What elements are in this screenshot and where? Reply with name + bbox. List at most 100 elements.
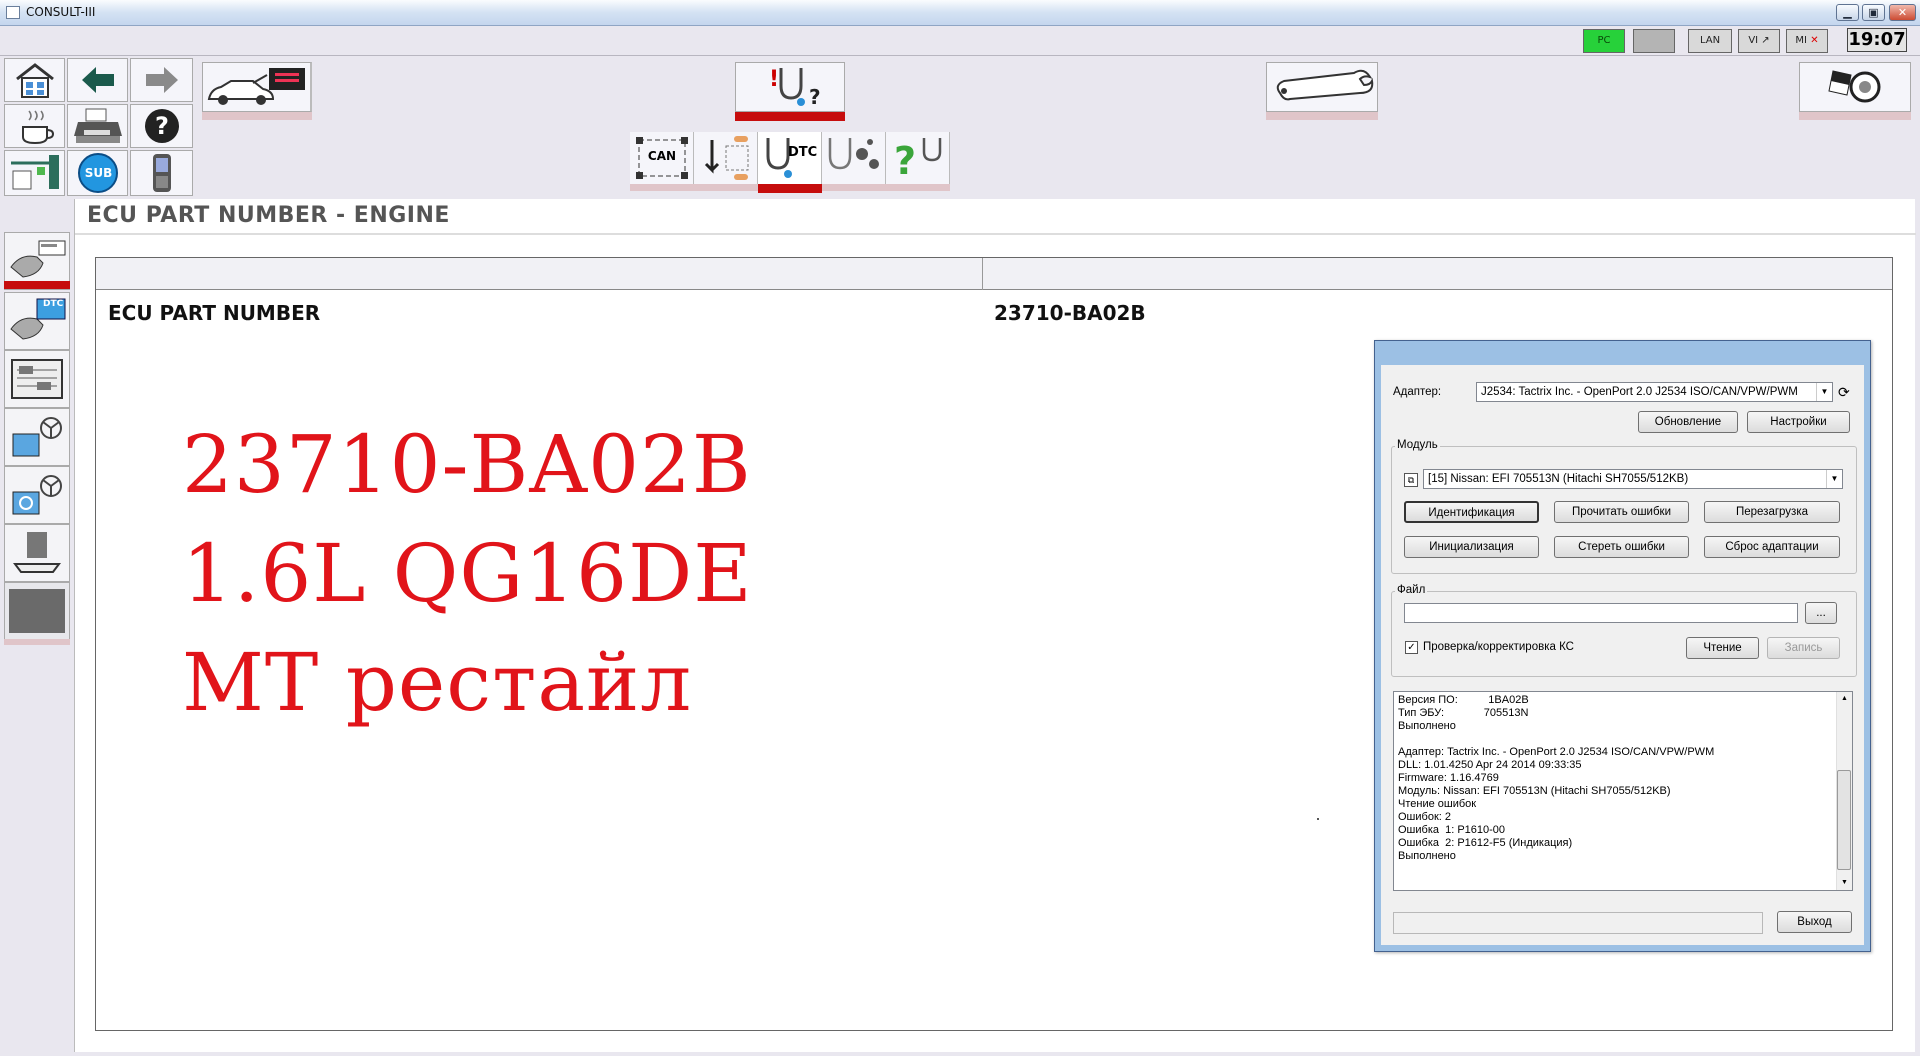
maximize-button[interactable]: ▣: [1862, 4, 1885, 21]
dialog-maximize-button[interactable]: ▢: [1789, 343, 1813, 359]
settings-button[interactable]: Настройки: [1747, 411, 1850, 433]
side-active-test-tab[interactable]: [4, 408, 70, 466]
help-button[interactable]: ?: [130, 104, 193, 148]
pause-button[interactable]: [4, 104, 65, 148]
fan-support-icon: [12, 475, 62, 515]
adapter-select[interactable]: J2534: Tactrix Inc. - OpenPort 2.0 J2534…: [1476, 382, 1833, 402]
close-button[interactable]: ✕: [1889, 4, 1916, 21]
svg-text:?: ?: [809, 85, 821, 109]
side-data-monitor-tab[interactable]: [4, 350, 70, 408]
page-title: ECU PART NUMBER - ENGINE: [87, 203, 450, 228]
finish-button[interactable]: [1799, 62, 1911, 112]
printer-icon: [73, 108, 122, 143]
module-window-icon[interactable]: ⧉: [1404, 473, 1418, 487]
status-bar: PC LAN VI ↗ MI ✕ 19:07: [0, 26, 1920, 56]
sub-button[interactable]: SUB: [67, 150, 128, 196]
chevron-down-icon: ▼: [1826, 470, 1842, 488]
lan-label: LAN: [1699, 35, 1721, 46]
dialog-minimize-button[interactable]: ▁: [1764, 343, 1788, 359]
finish-tab-indicator: [1799, 112, 1911, 120]
side-dtc-label: DTC: [43, 299, 64, 309]
side-ecu-program-tab[interactable]: [4, 524, 70, 582]
minimize-button[interactable]: ▁: [1836, 4, 1859, 21]
scroll-down-icon[interactable]: ▼: [1837, 876, 1852, 890]
self-diag-button[interactable]: [694, 132, 758, 184]
forward-button[interactable]: [130, 58, 193, 102]
vi-device-button[interactable]: [130, 150, 193, 196]
data-monitor-button[interactable]: [822, 132, 886, 184]
diagnosis-button[interactable]: !?: [735, 62, 845, 112]
scroll-up-icon[interactable]: ▲: [1837, 692, 1852, 706]
module-group-label: Модуль: [1395, 439, 1440, 451]
log-scrollbar[interactable]: ▲ ▼: [1836, 692, 1852, 890]
file-path-input[interactable]: [1404, 603, 1798, 623]
stray-dot: [1317, 818, 1319, 820]
svg-text:?: ?: [155, 112, 169, 140]
subtab-indicator-left: [630, 184, 758, 191]
log-line: Чтение ошибок: [1398, 798, 1477, 810]
blank-icon: [9, 589, 65, 633]
print-button[interactable]: [67, 104, 128, 148]
side-dtc-tab[interactable]: DTC: [4, 292, 70, 350]
mi-label: MI: [1795, 35, 1807, 46]
fan-test-icon: [12, 417, 62, 457]
car-ecu-icon: [207, 68, 305, 105]
identify-button[interactable]: Идентификация: [1404, 501, 1539, 523]
side-ecu-id-indicator: [4, 281, 70, 289]
lan-status: LAN: [1688, 29, 1732, 53]
diagnosis-tab-indicator: [735, 112, 845, 121]
annotation-line-3: MT рестайл: [182, 636, 693, 729]
checksum-checkbox[interactable]: ✓: [1405, 641, 1418, 654]
read-file-button[interactable]: Чтение: [1686, 637, 1759, 659]
lightning-icon: ⚡: [1384, 345, 1401, 360]
read-errors-button[interactable]: Прочитать ошибки: [1554, 501, 1689, 523]
side-blank-tab[interactable]: [4, 582, 70, 640]
file-group-label: Файл: [1395, 584, 1428, 596]
dtc-button[interactable]: DTC: [758, 132, 822, 184]
clear-errors-button[interactable]: Стереть ошибки: [1554, 536, 1689, 558]
mi-status: MI ✕: [1786, 29, 1828, 53]
log-line: Ошибок: 2: [1398, 811, 1451, 823]
dialog-status-field: [1393, 912, 1763, 934]
module-value: [15] Nissan: EFI 705513N (Hitachi SH7055…: [1428, 473, 1689, 485]
wrench-icon: [1276, 69, 1374, 101]
back-button[interactable]: [67, 58, 128, 102]
support-diag-button[interactable]: ?: [886, 132, 950, 184]
work-support-button[interactable]: [1266, 62, 1378, 112]
update-button[interactable]: Обновление: [1638, 411, 1738, 433]
ecu-program-icon: [13, 532, 61, 573]
stethoscope-alert-icon: !?: [769, 67, 821, 109]
arrow-left-icon: [81, 67, 114, 93]
log-line: Ошибка 2: P1612-F5 (Индикация): [1398, 837, 1573, 849]
browse-button[interactable]: ...: [1805, 602, 1837, 624]
arrow-right-icon: [145, 67, 178, 93]
side-work-support-tab[interactable]: [4, 466, 70, 524]
header-divider: [75, 233, 1916, 235]
refresh-icon[interactable]: ⟳: [1838, 384, 1850, 401]
reboot-button[interactable]: Перезагрузка: [1704, 501, 1840, 523]
write-file-button[interactable]: Запись: [1767, 637, 1840, 659]
adapter-label: Адаптер:: [1393, 386, 1442, 398]
can-label: CAN: [647, 149, 677, 163]
reset-adaptation-button[interactable]: Сброс адаптации: [1704, 536, 1840, 558]
scrollbar-thumb[interactable]: [1837, 770, 1851, 870]
dialog-close-button[interactable]: ✕: [1814, 343, 1858, 359]
can-diag-button[interactable]: CAN: [630, 132, 694, 184]
screen-capture-button[interactable]: [4, 150, 65, 196]
ecu-part-number-label: ECU PART NUMBER: [108, 301, 321, 325]
app-icon: [6, 6, 20, 19]
pc-status: PC: [1583, 29, 1625, 53]
exit-button[interactable]: Выход: [1777, 911, 1852, 933]
home-icon: [15, 63, 54, 98]
log-line: Firmware: 1.16.4769: [1398, 772, 1499, 784]
module-select[interactable]: [15] Nissan: EFI 705513N (Hitachi SH7055…: [1423, 469, 1843, 489]
help-icon: ?: [144, 109, 179, 143]
init-button[interactable]: Инициализация: [1404, 536, 1539, 558]
home-button[interactable]: [4, 58, 65, 102]
sub-label: SUB: [84, 166, 113, 180]
chevron-down-icon: ▼: [1816, 383, 1832, 401]
window-title: CONSULT-III: [26, 5, 96, 19]
vehicle-ecu-button[interactable]: [202, 62, 312, 112]
work-support-tab-indicator: [1266, 112, 1378, 120]
dialog-title: PCMflash [1.2.0]: [1403, 346, 1492, 360]
